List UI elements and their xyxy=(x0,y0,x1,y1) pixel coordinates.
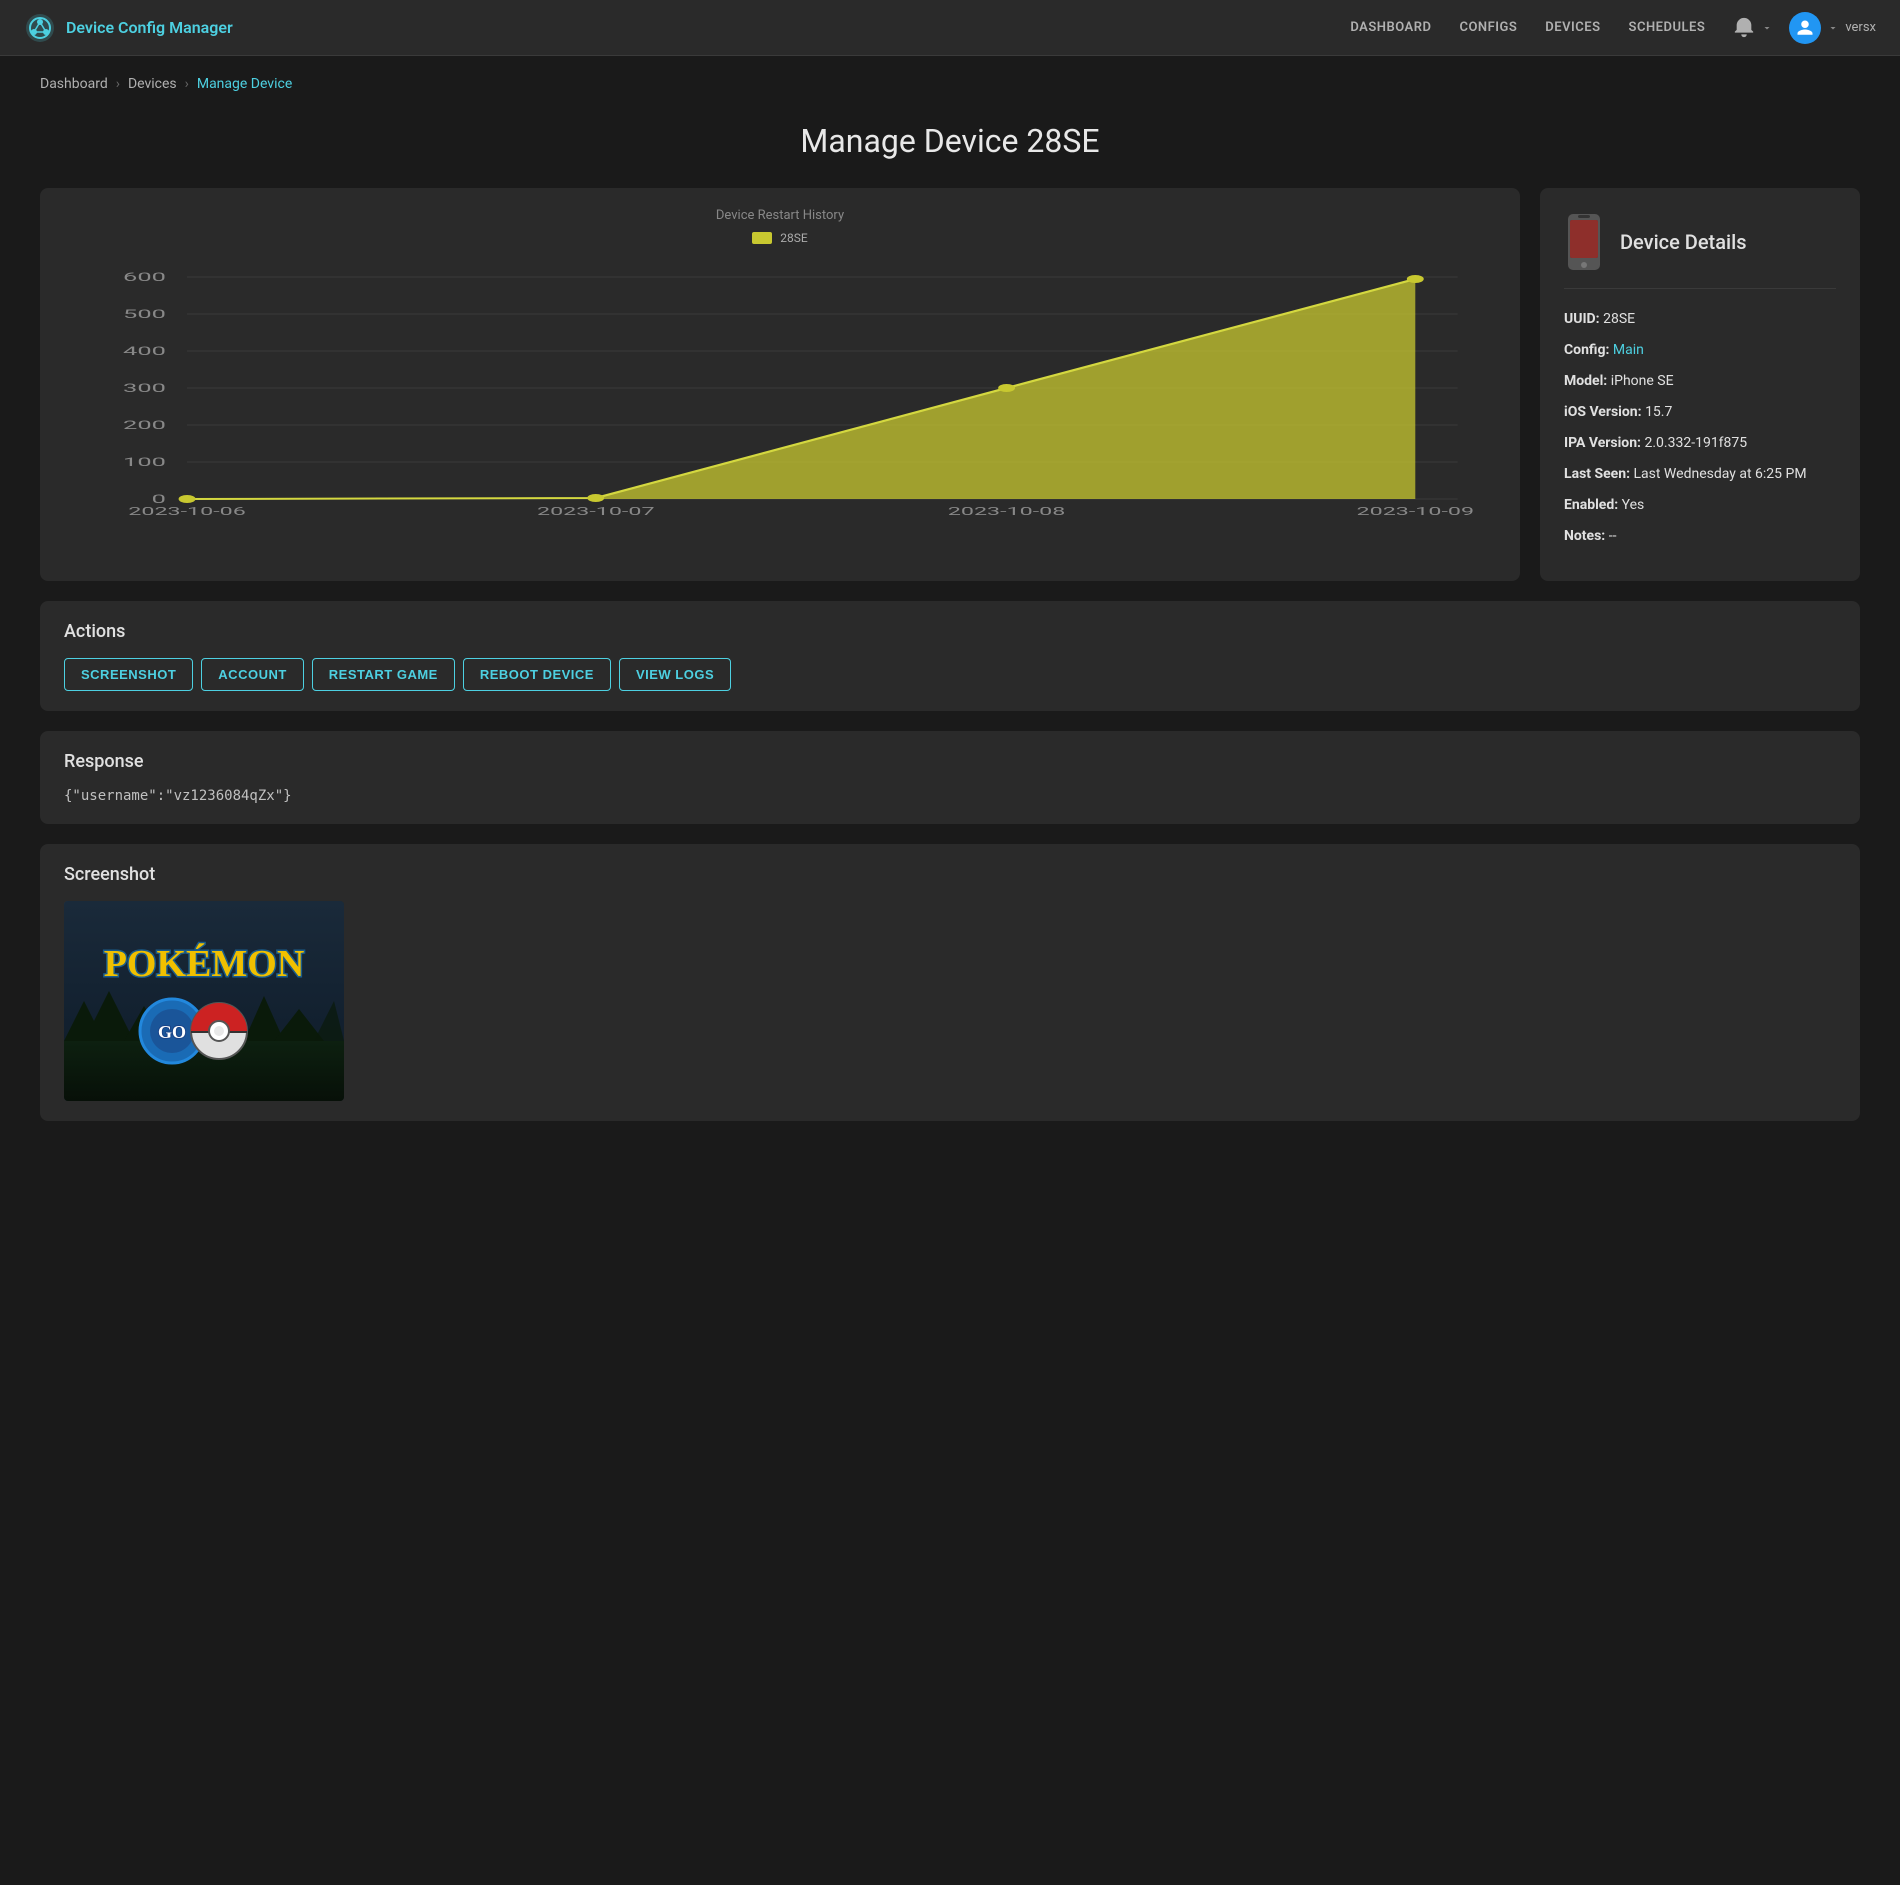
detail-ios: iOS Version: 15.7 xyxy=(1564,402,1836,423)
main-content: Device Restart History 28SE xyxy=(0,188,1900,1161)
svg-text:500: 500 xyxy=(123,307,166,321)
brand-icon xyxy=(24,12,56,44)
screenshot-image: POKÉMON GO xyxy=(64,901,344,1101)
uuid-value: 28SE xyxy=(1603,311,1635,327)
notes-label: Notes: xyxy=(1564,528,1609,544)
user-btn[interactable]: versx xyxy=(1789,12,1876,44)
svg-text:0: 0 xyxy=(152,492,166,506)
detail-config: Config: Main xyxy=(1564,340,1836,361)
device-details-header: Device Details xyxy=(1564,212,1836,289)
top-row: Device Restart History 28SE xyxy=(40,188,1860,581)
svg-text:2023-10-09: 2023-10-09 xyxy=(1357,505,1475,517)
svg-text:GO: GO xyxy=(158,1022,186,1042)
actions-card: Actions SCREENSHOT ACCOUNT RESTART GAME … xyxy=(40,601,1860,711)
notification-btn[interactable] xyxy=(1733,17,1773,39)
svg-text:POKÉMON: POKÉMON xyxy=(104,943,305,985)
actions-title: Actions xyxy=(64,621,1836,642)
breadcrumb: Dashboard › Devices › Manage Device xyxy=(0,56,1900,102)
svg-text:400: 400 xyxy=(123,344,166,358)
brand: Device Config Manager xyxy=(24,12,1350,44)
ipa-value: 2.0.332-191f875 xyxy=(1644,435,1747,451)
phone-icon xyxy=(1564,212,1604,272)
svg-text:2023-10-07: 2023-10-07 xyxy=(537,505,655,517)
breadcrumb-manage-device: Manage Device xyxy=(197,76,292,92)
chart-title: Device Restart History xyxy=(60,208,1500,223)
screenshot-title: Screenshot xyxy=(64,864,1836,885)
navbar: Device Config Manager DASHBOARD CONFIGS … xyxy=(0,0,1900,56)
notes-value: -- xyxy=(1609,528,1617,544)
response-title: Response xyxy=(64,751,1836,772)
config-value: Main xyxy=(1613,342,1644,358)
svg-text:600: 600 xyxy=(123,270,166,284)
device-details-title: Device Details xyxy=(1620,230,1746,254)
breadcrumb-dashboard[interactable]: Dashboard xyxy=(40,76,108,92)
username: versx xyxy=(1845,20,1876,35)
detail-notes: Notes: -- xyxy=(1564,526,1836,547)
nav-schedules[interactable]: SCHEDULES xyxy=(1629,20,1706,35)
phone-icon-wrap xyxy=(1564,212,1604,272)
uuid-label: UUID: xyxy=(1564,311,1603,327)
pokemon-go-art: POKÉMON GO xyxy=(64,901,344,1101)
response-text: {"username":"vz1236084qZx"} xyxy=(64,788,1836,804)
detail-ipa: IPA Version: 2.0.332-191f875 xyxy=(1564,433,1836,454)
svg-text:100: 100 xyxy=(123,455,166,469)
ios-value: 15.7 xyxy=(1645,404,1672,420)
model-label: Model: xyxy=(1564,373,1611,389)
svg-text:300: 300 xyxy=(123,381,166,395)
svg-text:2023-10-06: 2023-10-06 xyxy=(128,505,246,517)
navbar-nav: DASHBOARD CONFIGS DEVICES SCHEDULES xyxy=(1350,20,1705,35)
avatar xyxy=(1789,12,1821,44)
lastseen-value: Last Wednesday at 6:25 PM xyxy=(1634,466,1807,482)
nav-configs[interactable]: CONFIGS xyxy=(1459,20,1517,35)
brand-name: Device Config Manager xyxy=(66,18,233,37)
breadcrumb-sep-1: › xyxy=(116,76,120,92)
reboot-device-button[interactable]: REBOOT DEVICE xyxy=(463,658,611,691)
detail-enabled: Enabled: Yes xyxy=(1564,495,1836,516)
chart-svg: 600 500 400 300 200 100 0 2023-10-06 202… xyxy=(60,257,1500,517)
nav-right: versx xyxy=(1733,12,1876,44)
page-title: Manage Device 28SE xyxy=(0,122,1900,160)
restart-game-button[interactable]: RESTART GAME xyxy=(312,658,455,691)
chart-legend: 28SE xyxy=(60,231,1500,245)
ios-label: iOS Version: xyxy=(1564,404,1645,420)
enabled-value: Yes xyxy=(1622,497,1645,513)
breadcrumb-devices[interactable]: Devices xyxy=(128,76,177,92)
chart-area: 600 500 400 300 200 100 0 2023-10-06 202… xyxy=(60,257,1500,517)
enabled-label: Enabled: xyxy=(1564,497,1622,513)
view-logs-button[interactable]: VIEW LOGS xyxy=(619,658,731,691)
breadcrumb-sep-2: › xyxy=(185,76,189,92)
model-value: iPhone SE xyxy=(1611,373,1674,389)
legend-color xyxy=(752,232,772,244)
config-label: Config: xyxy=(1564,342,1613,358)
lastseen-label: Last Seen: xyxy=(1564,466,1634,482)
actions-buttons: SCREENSHOT ACCOUNT RESTART GAME REBOOT D… xyxy=(64,658,1836,691)
account-button[interactable]: ACCOUNT xyxy=(201,658,304,691)
detail-uuid: UUID: 28SE xyxy=(1564,309,1836,330)
response-card: Response {"username":"vz1236084qZx"} xyxy=(40,731,1860,824)
svg-text:2023-10-08: 2023-10-08 xyxy=(948,505,1066,517)
chart-card: Device Restart History 28SE xyxy=(40,188,1520,581)
nav-devices[interactable]: DEVICES xyxy=(1545,20,1600,35)
screenshot-card: Screenshot xyxy=(40,844,1860,1121)
detail-model: Model: iPhone SE xyxy=(1564,371,1836,392)
device-details-card: Device Details UUID: 28SE Config: Main M… xyxy=(1540,188,1860,581)
legend-label: 28SE xyxy=(780,231,807,245)
svg-text:200: 200 xyxy=(123,418,166,432)
ipa-label: IPA Version: xyxy=(1564,435,1644,451)
screenshot-button[interactable]: SCREENSHOT xyxy=(64,658,193,691)
nav-dashboard[interactable]: DASHBOARD xyxy=(1350,20,1431,35)
detail-lastseen: Last Seen: Last Wednesday at 6:25 PM xyxy=(1564,464,1836,485)
